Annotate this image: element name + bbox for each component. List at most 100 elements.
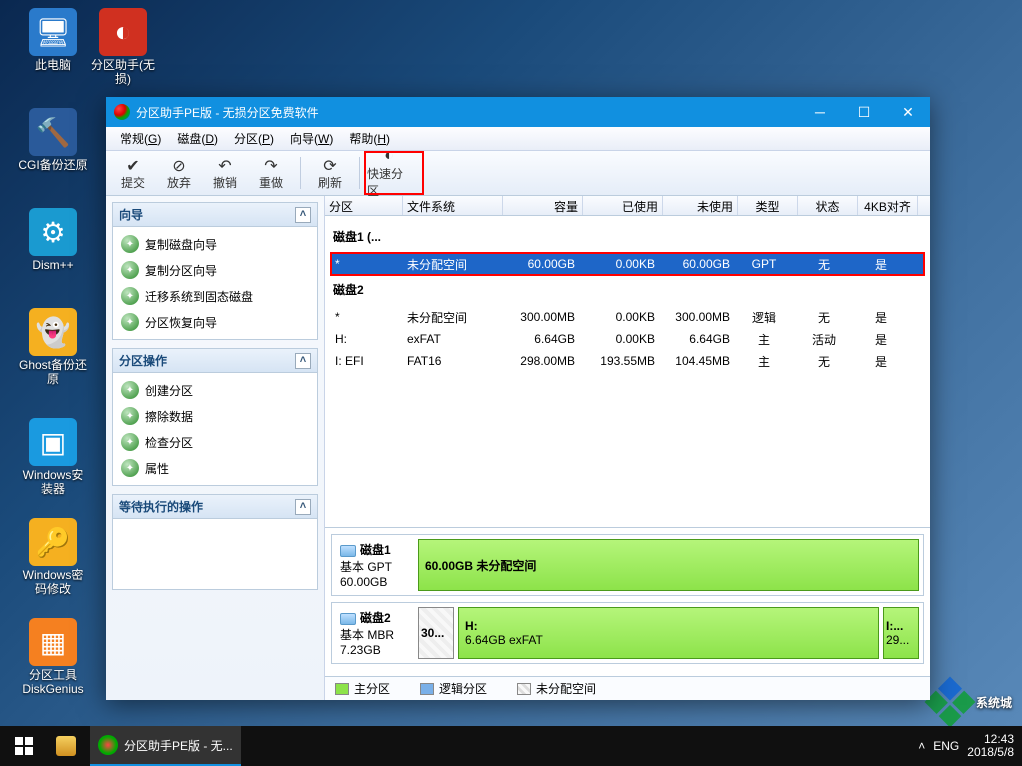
disk-icon: [340, 545, 356, 557]
toolbar-提交[interactable]: ✔提交: [110, 153, 156, 193]
desktop-icon-0[interactable]: 🖥此电脑: [18, 8, 88, 72]
taskbar-file-explorer[interactable]: [48, 726, 90, 766]
toolbar-快速分区[interactable]: ◐快速分区: [366, 153, 412, 193]
icon-label: Windows安装器: [18, 468, 88, 496]
desktop-icon-2[interactable]: 🔨 CGI备份还原: [18, 108, 88, 172]
sidebar-item[interactable]: ✦复制分区向导: [113, 257, 317, 283]
刷新-icon: ⟳: [323, 156, 336, 174]
desktop-icon-7[interactable]: ▦分区工具DiskGenius: [18, 618, 88, 696]
icon-label: Windows密码修改: [18, 568, 88, 596]
desktop-icon-4[interactable]: 👻Ghost备份还原: [18, 308, 88, 386]
minimize-button[interactable]: ─: [798, 97, 842, 127]
tray-up-icon[interactable]: ˄: [918, 739, 925, 753]
folder-icon: [56, 736, 76, 756]
menu-item[interactable]: 磁盘(D): [169, 127, 226, 150]
menu-item[interactable]: 常规(G): [112, 127, 169, 150]
legend-item: 未分配空间: [517, 680, 596, 697]
window-title: 分区助手PE版 - 无损分区免费软件: [136, 104, 798, 121]
toolbar-撤销[interactable]: ↶撤销: [202, 153, 248, 193]
column-header[interactable]: 4KB对齐: [858, 196, 918, 215]
sidebar-item[interactable]: ✦复制磁盘向导: [113, 231, 317, 257]
icon-label: 此电脑: [18, 58, 88, 72]
app-icon: 👻: [29, 308, 77, 356]
menu-item[interactable]: 分区(P): [226, 127, 282, 150]
partition-row[interactable]: *未分配空间60.00GB0.00KB60.00GBGPT无是: [331, 253, 924, 275]
titlebar[interactable]: 分区助手PE版 - 无损分区免费软件 ─ ☐ ✕: [106, 97, 930, 127]
disk-map[interactable]: 磁盘2基本 MBR7.23GB30...H:6.64GB exFATI:...2…: [331, 602, 924, 664]
windows-icon: [15, 737, 33, 755]
partition-row[interactable]: *未分配空间300.00MB0.00KB300.00MB逻辑无是: [331, 306, 924, 328]
wizard-icon: ✦: [121, 407, 139, 425]
sidebar-item[interactable]: ✦擦除数据: [113, 403, 317, 429]
system-tray[interactable]: ˄ ENG 12:43 2018/5/8: [910, 733, 1022, 759]
clock[interactable]: 12:43 2018/5/8: [967, 733, 1014, 759]
wizard-panel: 向导 ˄ ✦复制磁盘向导✦复制分区向导✦迁移系统到固态磁盘✦分区恢复向导: [112, 202, 318, 340]
menu-item[interactable]: 向导(W): [282, 127, 341, 150]
toolbar: ✔提交⊘放弃↶撤销↷重做 ⟳刷新 ◐快速分区: [106, 151, 930, 196]
wizard-icon: ✦: [121, 313, 139, 331]
partition-row[interactable]: H:exFAT6.64GB0.00KB6.64GB主活动是: [331, 328, 924, 350]
collapse-icon[interactable]: ˄: [295, 207, 311, 223]
taskbar: 分区助手PE版 - 无... ˄ ENG 12:43 2018/5/8: [0, 726, 1022, 766]
lang-indicator[interactable]: ENG: [933, 739, 959, 753]
sidebar-item[interactable]: ✦迁移系统到固态磁盘: [113, 283, 317, 309]
desktop-icon-5[interactable]: ▣Windows安装器: [18, 418, 88, 496]
sidebar-item[interactable]: ✦属性: [113, 455, 317, 481]
column-header[interactable]: 容量: [503, 196, 583, 215]
icon-label: Ghost备份还原: [18, 358, 88, 386]
toolbar-放弃[interactable]: ⊘放弃: [156, 153, 202, 193]
app-icon: ▣: [29, 418, 77, 466]
icon-label: 分区助手(无损): [88, 58, 158, 86]
column-header[interactable]: 状态: [798, 196, 858, 215]
partition-block[interactable]: I:...29...: [883, 607, 919, 659]
partition-assistant-window: 分区助手PE版 - 无损分区免费软件 ─ ☐ ✕ 常规(G)磁盘(D)分区(P)…: [106, 97, 930, 700]
sidebar-item[interactable]: ✦分区恢复向导: [113, 309, 317, 335]
desktop-icon-6[interactable]: 🔑Windows密码修改: [18, 518, 88, 596]
main-area: 分区文件系统容量已使用未使用类型状态4KB对齐 磁盘1 (...*未分配空间60…: [325, 196, 930, 700]
swatch: [420, 683, 434, 695]
wizard-icon: ✦: [121, 235, 139, 253]
sidebar-item[interactable]: ✦创建分区: [113, 377, 317, 403]
close-button[interactable]: ✕: [886, 97, 930, 127]
collapse-icon[interactable]: ˄: [295, 353, 311, 369]
toolbar-刷新[interactable]: ⟳刷新: [307, 153, 353, 193]
partops-panel-header[interactable]: 分区操作 ˄: [113, 349, 317, 373]
column-header[interactable]: 文件系统: [403, 196, 503, 215]
column-header[interactable]: 类型: [738, 196, 798, 215]
grid-body[interactable]: 磁盘1 (...*未分配空间60.00GB0.00KB60.00GBGPT无是磁…: [325, 216, 930, 527]
app-icon: ◐: [99, 8, 147, 56]
legend-item: 逻辑分区: [420, 680, 487, 697]
icon-label: 分区工具DiskGenius: [18, 668, 88, 696]
disk-title: 磁盘2: [331, 275, 924, 306]
taskbar-partition-assistant[interactable]: 分区助手PE版 - 无...: [90, 726, 241, 766]
partition-block[interactable]: 60.00GB 未分配空间: [418, 539, 919, 591]
提交-icon: ✔: [126, 156, 139, 174]
menubar: 常规(G)磁盘(D)分区(P)向导(W)帮助(H): [106, 127, 930, 151]
desktop-icon-1[interactable]: ◐分区助手(无损): [88, 8, 158, 86]
重做-icon: ↷: [264, 156, 277, 174]
desktop-icon-3[interactable]: ⚙Dism++: [18, 208, 88, 272]
watermark: 系统城: [932, 684, 1012, 720]
collapse-icon[interactable]: ˄: [295, 499, 311, 515]
maximize-button[interactable]: ☐: [842, 97, 886, 127]
legend-item: 主分区: [335, 680, 390, 697]
sidebar-item[interactable]: ✦检查分区: [113, 429, 317, 455]
wizard-panel-header[interactable]: 向导 ˄: [113, 203, 317, 227]
icon-label: CGI备份还原: [18, 158, 88, 172]
start-button[interactable]: [0, 726, 48, 766]
column-header[interactable]: 未使用: [663, 196, 738, 215]
app-icon: 🔨: [29, 108, 77, 156]
partition-block[interactable]: 30...: [418, 607, 454, 659]
放弃-icon: ⊘: [172, 156, 185, 174]
partition-row[interactable]: I: EFIFAT16298.00MB193.55MB104.45MB主无是: [331, 350, 924, 372]
partition-block[interactable]: H:6.64GB exFAT: [458, 607, 879, 659]
wizard-icon: ✦: [121, 433, 139, 451]
legend: 主分区 逻辑分区 未分配空间: [325, 676, 930, 700]
icon-label: Dism++: [18, 258, 88, 272]
column-header[interactable]: 已使用: [583, 196, 663, 215]
disk-map[interactable]: 磁盘1基本 GPT60.00GB60.00GB 未分配空间: [331, 534, 924, 596]
pending-panel-header[interactable]: 等待执行的操作 ˄: [113, 495, 317, 519]
swatch: [517, 683, 531, 695]
app-icon: [114, 104, 130, 120]
toolbar-重做[interactable]: ↷重做: [248, 153, 294, 193]
